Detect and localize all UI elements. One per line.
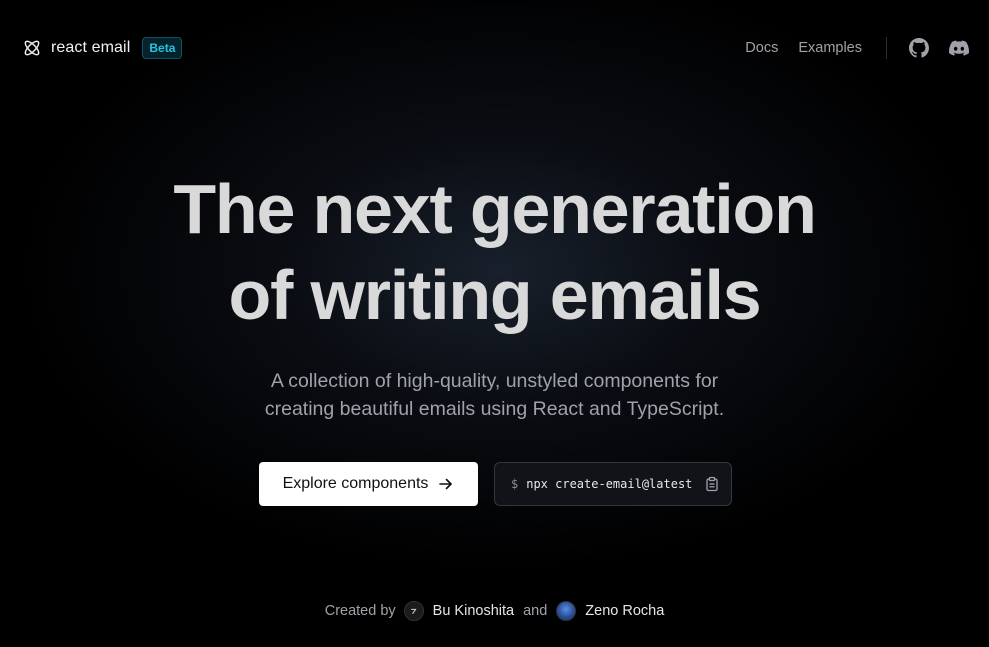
nav-link-examples[interactable]: Examples <box>798 40 862 56</box>
hero-title-line-1: The next generation <box>173 170 817 248</box>
github-icon <box>909 38 929 58</box>
nav-divider <box>886 37 887 59</box>
hero-title-line-2: of writing emails <box>228 256 762 334</box>
top-navigation-bar: react email Beta Docs Examples <box>0 0 989 96</box>
discord-icon <box>949 38 969 58</box>
copy-command-button[interactable] <box>704 476 720 492</box>
credits-conjunction: and <box>523 603 548 619</box>
discord-link[interactable] <box>949 38 969 58</box>
react-email-logo-icon <box>22 38 42 58</box>
bu-kinoshita-avatar <box>403 601 424 621</box>
zeno-rocha-avatar <box>556 601 577 621</box>
hero-subtitle-line-1: A collection of high-quality, unstyled c… <box>270 370 719 392</box>
clipboard-icon <box>704 476 720 492</box>
author-link-zeno-rocha[interactable]: Zeno Rocha <box>585 603 664 619</box>
brand-name: react email <box>51 39 131 56</box>
brand-home-link[interactable]: react email Beta <box>22 36 183 60</box>
hero-title: The next generation of writing emails <box>0 166 989 338</box>
command-prompt-symbol: $ <box>511 477 519 491</box>
hero-subtitle: A collection of high-quality, unstyled c… <box>0 367 989 423</box>
credits-prefix: Created by <box>324 603 396 619</box>
install-command-text[interactable]: npx create-email@latest <box>526 477 692 491</box>
explore-components-label: Explore components <box>282 475 429 492</box>
author-link-bu-kinoshita[interactable]: Bu Kinoshita <box>433 603 514 619</box>
explore-components-button[interactable]: Explore components <box>259 462 478 506</box>
arrow-right-icon <box>428 476 454 492</box>
credits: Created by Bu Kinoshita and Zeno Rocha <box>0 600 989 622</box>
hero-subtitle-line-2: creating beautiful emails using React an… <box>264 398 725 420</box>
beta-badge: Beta <box>142 37 183 59</box>
nav-link-docs[interactable]: Docs <box>745 40 778 56</box>
github-link[interactable] <box>909 38 929 58</box>
install-command-box[interactable]: $ npx create-email@latest <box>494 462 732 506</box>
main-nav: Docs Examples <box>745 36 969 60</box>
